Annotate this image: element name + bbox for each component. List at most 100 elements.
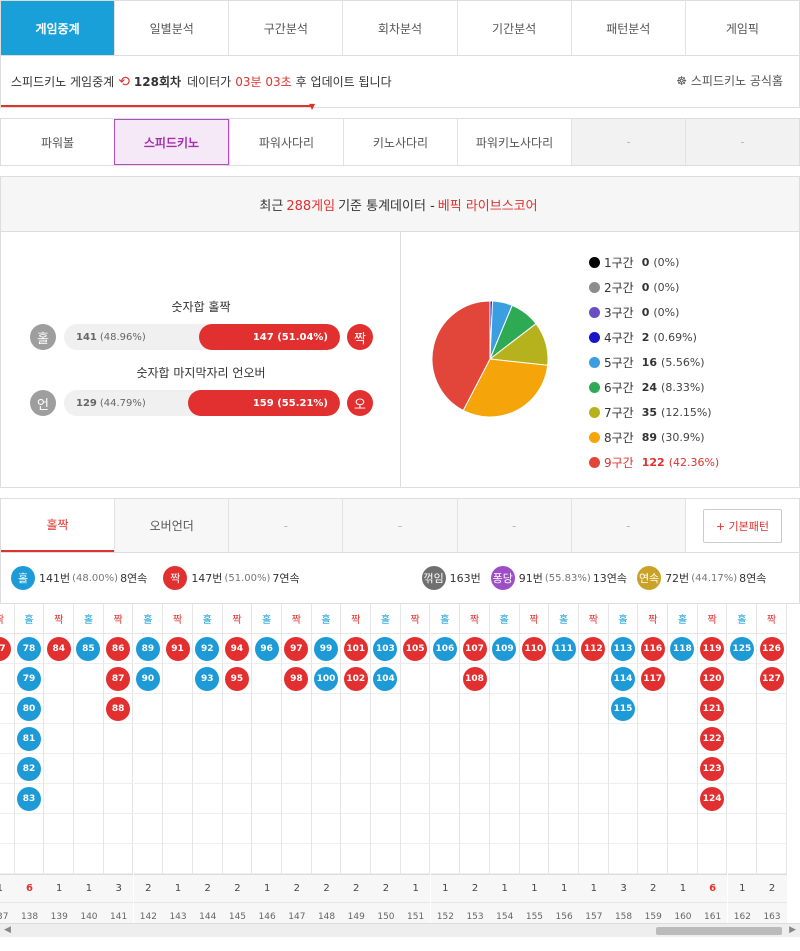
legend-label: 1구간	[604, 256, 634, 270]
grid-cell	[44, 724, 74, 754]
streak-count: 1	[727, 874, 758, 902]
game-power-ladder[interactable]: 파워사다리	[229, 119, 343, 165]
grid-cell	[163, 724, 192, 754]
grid-cell	[341, 844, 371, 874]
scrollbar-thumb[interactable]	[656, 927, 782, 935]
grid-cell	[430, 664, 460, 694]
pattern-column: 짝 126 127 2 163	[757, 604, 787, 937]
bounce-badge: 꺾임	[421, 566, 446, 590]
streak-count: 2	[460, 874, 490, 902]
grid-cell	[608, 754, 638, 784]
column-header: 짝	[460, 604, 489, 634]
grid-cell: 96	[252, 634, 281, 664]
game-powerball[interactable]: 파워볼	[1, 119, 114, 165]
tab-pattern[interactable]: 패턴분석	[570, 1, 685, 55]
result-ball: 90	[135, 666, 160, 691]
grid-cell	[0, 844, 14, 874]
run-count: 72번	[665, 572, 690, 585]
scroll-right-icon[interactable]: ▶	[789, 925, 796, 935]
grid-cell: 104	[371, 664, 400, 694]
grid-cell	[727, 664, 757, 694]
result-ball: 97	[284, 636, 309, 661]
streak-count: 2	[638, 874, 669, 902]
column-header: 홀	[252, 604, 281, 634]
grid-cell	[192, 724, 222, 754]
grid-cell	[549, 844, 578, 874]
grid-cell	[133, 724, 163, 754]
sum-uo-title: 숫자합 마지막자리 언오버	[136, 366, 266, 380]
under-circle-icon: 언	[30, 390, 56, 416]
result-ball: 123	[700, 756, 725, 781]
tab-pick[interactable]: 게임픽	[684, 1, 799, 55]
grid-cell	[252, 754, 281, 784]
pattern-column: 홀 78 79 80 81 82 83 6 138	[14, 604, 45, 937]
grid-cell	[489, 664, 519, 694]
tab-daily[interactable]: 일별분석	[114, 1, 229, 55]
scroll-left-icon[interactable]: ◀	[4, 925, 11, 935]
game-speedkeno[interactable]: 스피드키노	[114, 119, 229, 165]
status-countdown: 03분 03초	[235, 75, 292, 89]
game-powerkeno-ladder[interactable]: 파워키노사다리	[457, 119, 571, 165]
grid-cell	[133, 784, 163, 814]
stats-title-count: 288게임	[286, 198, 336, 214]
grid-cell	[103, 784, 133, 814]
tab-round[interactable]: 회차분석	[342, 1, 457, 55]
basic-pattern-button[interactable]: + 기본패턴	[702, 508, 783, 543]
grid-cell	[519, 844, 549, 874]
streak-count: 2	[222, 874, 253, 902]
streak-count: 1	[489, 874, 520, 902]
grid-cell	[519, 754, 549, 784]
legend-count: 0	[641, 256, 650, 269]
odd-summary: 홀 141번 (48.00%) 8연속	[11, 566, 147, 590]
status-mid: 데이터가	[187, 75, 232, 89]
tab-over-under[interactable]: 오버언더	[114, 499, 229, 552]
grid-cell	[222, 724, 252, 754]
tab-live[interactable]: 게임중계	[1, 1, 115, 55]
grid-cell	[400, 664, 430, 694]
result-ball: 126	[759, 636, 784, 661]
tab-period[interactable]: 기간분석	[456, 1, 571, 55]
legend-dot-icon	[589, 357, 600, 368]
legend-dot-icon	[589, 407, 600, 418]
tab-odd-even[interactable]: 홀짝	[1, 499, 115, 552]
column-header: 홀	[727, 604, 757, 634]
grid-cell	[341, 694, 371, 724]
grid-cell	[371, 844, 400, 874]
grid-cell	[0, 754, 14, 784]
horizontal-scrollbar[interactable]: ◀ ▶	[0, 923, 800, 937]
column-header: 짝	[341, 604, 371, 634]
legend-item-1: 1구간 0 (0%)	[589, 250, 719, 275]
grid-cell	[757, 784, 786, 814]
legend-percent: (0%)	[653, 256, 680, 269]
grid-cell: 83	[14, 784, 44, 814]
grid-cell	[371, 814, 400, 844]
grid-cell	[489, 694, 519, 724]
grid-cell	[192, 814, 222, 844]
grid-cell	[0, 664, 14, 694]
grid-cell	[282, 724, 311, 754]
even-circle-icon: 짝	[347, 324, 373, 350]
sum-oe-fill: 147 (51.04%)	[199, 324, 340, 350]
pattern-column: 홀 106 1 152	[430, 604, 461, 937]
grid-cell: 100	[311, 664, 341, 694]
grid-cell	[608, 784, 638, 814]
result-ball: 94	[224, 636, 249, 661]
legend-dot-icon	[589, 282, 600, 293]
streak-count: 6	[14, 874, 45, 902]
grid-cell	[757, 844, 786, 874]
grid-cell	[757, 814, 786, 844]
tab-section[interactable]: 구간분석	[228, 1, 343, 55]
grid-cell	[727, 784, 757, 814]
official-home-link[interactable]: ☸ 스피드키노 공식홈	[676, 72, 783, 89]
game-keno-ladder[interactable]: 키노사다리	[343, 119, 457, 165]
legend-percent: (42.36%)	[668, 456, 720, 469]
grid-cell	[489, 784, 519, 814]
grid-cell	[579, 844, 608, 874]
legend-label: 4구간	[604, 331, 634, 345]
grid-cell	[252, 724, 281, 754]
grid-cell	[0, 784, 14, 814]
legend-item-5: 5구간 16 (5.56%)	[589, 350, 719, 375]
legend-item-7: 7구간 35 (12.15%)	[589, 400, 719, 425]
pattern-grid: 짝 126 127 2 163 홀 125 1 162 짝 119 120 121 122 123 124 6 1…	[0, 603, 800, 937]
result-ball: 81	[17, 726, 42, 751]
